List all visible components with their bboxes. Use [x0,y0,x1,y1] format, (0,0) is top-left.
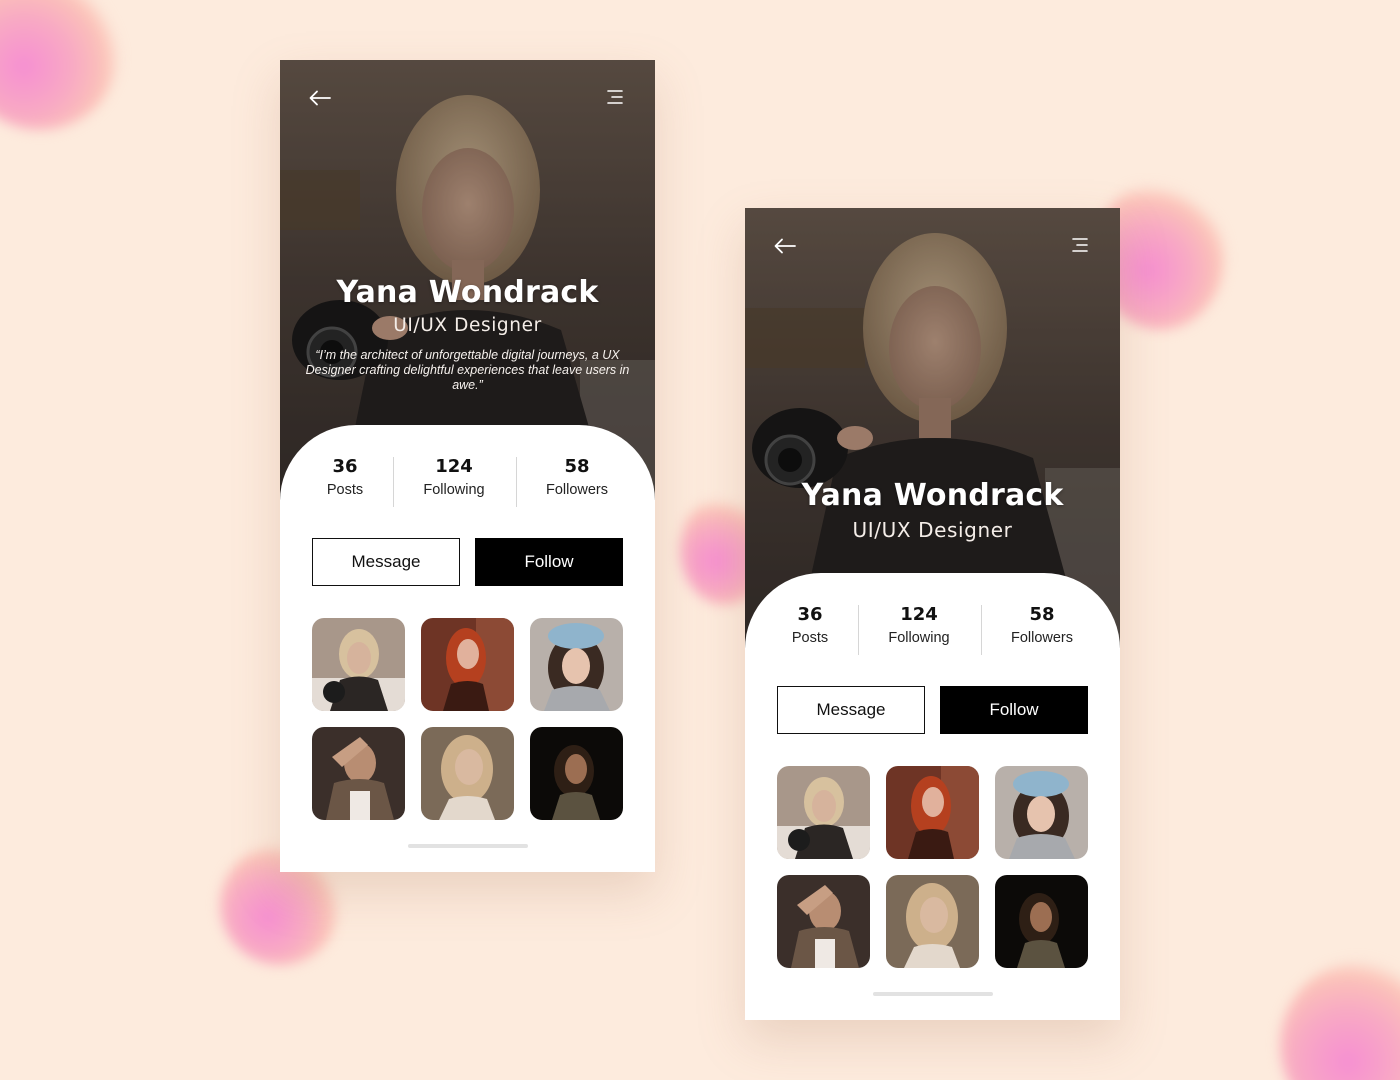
stat-posts-value: 36 [797,604,823,625]
photo-woman-shadow [312,727,405,820]
follow-button[interactable]: Follow [940,686,1088,734]
decor-blob [1280,960,1400,1080]
stat-following-value: 124 [900,604,938,625]
arrow-left-icon [774,238,796,254]
home-indicator [408,844,528,848]
profile-name: Yana Wondrack [336,275,599,310]
photo-woman-red-hair [421,618,514,711]
stat-posts-label: Posts [326,482,364,498]
profile-screen: Yana Wondrack UI/UX Designer “I’m the ar… [280,60,655,872]
stat-following-label: Following [888,630,950,646]
home-indicator [873,992,993,996]
menu-icon [1072,238,1088,252]
gallery-photo[interactable] [421,618,514,711]
follow-button[interactable]: Follow [475,538,623,586]
stat-followers-value: 58 [1029,604,1055,625]
message-button[interactable]: Message [312,538,460,586]
gallery-photo[interactable] [777,766,870,859]
menu-icon [607,90,623,104]
back-button[interactable] [772,233,798,259]
back-button[interactable] [307,85,333,111]
stats-divider [393,457,394,507]
photo-woman-smiling [886,875,979,968]
photo-grid [777,766,1088,968]
photo-grid [312,618,623,820]
stats-row: 36 Posts 124 Following 58 Followers [745,603,1120,655]
gallery-photo[interactable] [886,766,979,859]
stat-followers-label: Followers [1010,630,1074,646]
stat-followers[interactable]: 58 Followers [527,455,627,501]
gallery-photo[interactable] [530,727,623,820]
gallery-photo[interactable] [995,766,1088,859]
gallery-photo[interactable] [421,727,514,820]
gallery-photo[interactable] [995,875,1088,968]
photo-woman-red-hair [886,766,979,859]
stats-divider [981,605,982,655]
gallery-photo[interactable] [312,618,405,711]
menu-button[interactable] [602,84,628,110]
photo-woman-blue-hat [530,618,623,711]
profile-quote: “I’m the architect of unforgettable digi… [305,348,630,392]
profile-screen: Yana Wondrack UI/UX Designer 36 Posts 12… [745,208,1120,1020]
menu-button[interactable] [1067,232,1093,258]
photo-woman-camera [312,618,405,711]
profile-name: Yana Wondrack [801,478,1064,513]
photo-woman-camera [777,766,870,859]
stat-following[interactable]: 124 Following [869,603,969,649]
stat-posts-label: Posts [791,630,829,646]
stats-divider [516,457,517,507]
stat-following[interactable]: 124 Following [404,455,504,501]
gallery-photo[interactable] [312,727,405,820]
profile-card: 36 Posts 124 Following 58 Followers Mess… [745,573,1120,1020]
profile-role: UI/UX Designer [393,315,542,336]
profile-card: 36 Posts 124 Following 58 Followers Mess… [280,425,655,872]
stat-posts[interactable]: 36 Posts [305,455,385,501]
stat-followers-label: Followers [545,482,609,498]
profile-role: UI/UX Designer [852,518,1013,542]
message-button[interactable]: Message [777,686,925,734]
photo-woman-dark [530,727,623,820]
stat-followers[interactable]: 58 Followers [992,603,1092,649]
photo-woman-dark [995,875,1088,968]
gallery-photo[interactable] [886,875,979,968]
photo-woman-blue-hat [995,766,1088,859]
stat-followers-value: 58 [564,456,590,477]
photo-woman-smiling [421,727,514,820]
stat-posts[interactable]: 36 Posts [770,603,850,649]
stat-following-label: Following [423,482,485,498]
gallery-photo[interactable] [777,875,870,968]
decor-blob [0,0,120,130]
stat-following-value: 124 [435,456,473,477]
stat-posts-value: 36 [332,456,358,477]
stats-divider [858,605,859,655]
gallery-photo[interactable] [530,618,623,711]
stats-row: 36 Posts 124 Following 58 Followers [280,455,655,507]
photo-woman-shadow [777,875,870,968]
arrow-left-icon [309,90,331,106]
